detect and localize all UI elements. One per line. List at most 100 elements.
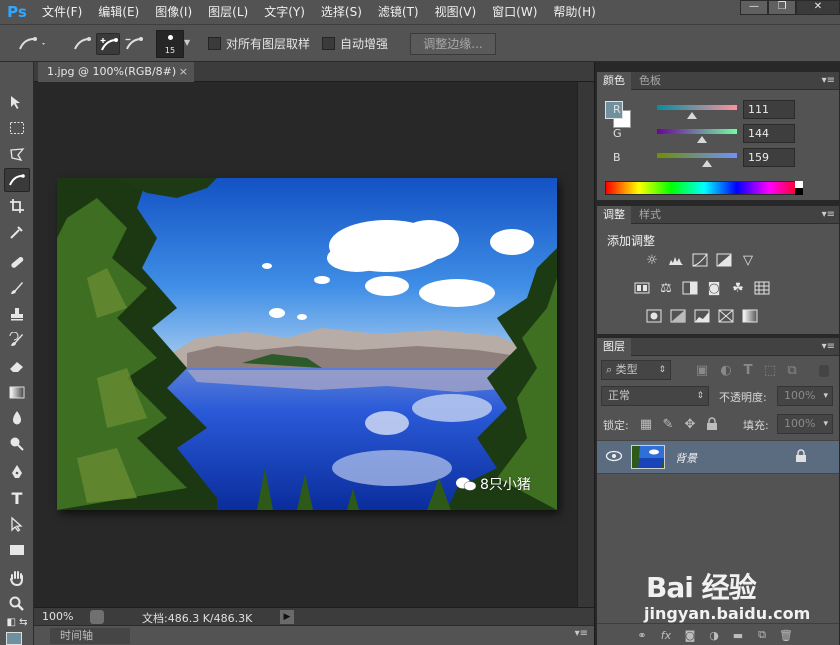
tab-color[interactable]: 颜色 <box>597 72 631 90</box>
type-tool-icon[interactable]: T <box>4 486 30 510</box>
clone-stamp-tool-icon[interactable] <box>4 302 30 326</box>
blur-tool-icon[interactable] <box>4 406 30 430</box>
status-menu-arrow-icon[interactable]: ▶ <box>280 610 294 624</box>
filter-type-icon[interactable]: T <box>739 362 757 378</box>
color-panel-menu-icon[interactable]: ▾≡ <box>822 72 835 90</box>
green-slider-thumb[interactable] <box>697 136 707 143</box>
lock-all-icon[interactable] <box>703 416 721 432</box>
tab-adjustments[interactable]: 调整 <box>597 206 631 224</box>
blue-slider-track[interactable] <box>657 153 737 158</box>
filter-toggle-switch[interactable] <box>819 365 829 377</box>
photo-filter-icon[interactable]: ◙ <box>705 280 723 296</box>
visibility-eye-icon[interactable] <box>605 450 623 464</box>
timeline-menu-icon[interactable]: ▾≡ <box>575 628 588 639</box>
history-brush-tool-icon[interactable] <box>4 328 30 352</box>
filter-smart-object-icon[interactable]: ⧉ <box>783 362 801 378</box>
selective-color-icon[interactable] <box>717 308 735 324</box>
tool-preset-picker[interactable] <box>16 33 45 55</box>
zoom-level[interactable]: 100% <box>42 610 73 623</box>
opacity-input[interactable]: 100% ▾ <box>777 386 833 406</box>
menu-filter[interactable]: 滤镜(T) <box>370 0 427 24</box>
marquee-tool-icon[interactable] <box>4 116 30 140</box>
brightness-contrast-icon[interactable]: ☼ <box>643 252 661 268</box>
crop-tool-icon[interactable] <box>4 194 30 218</box>
blue-slider-thumb[interactable] <box>702 160 712 167</box>
new-group-icon[interactable]: ▬ <box>731 628 745 642</box>
color-balance-icon[interactable]: ⚖ <box>657 280 675 296</box>
lock-position-icon[interactable]: ✥ <box>681 416 699 432</box>
adjustments-panel-menu-icon[interactable]: ▾≡ <box>822 206 835 224</box>
brush-dropdown-icon[interactable]: ▼ <box>184 38 194 50</box>
channel-mixer-icon[interactable]: ☘ <box>729 280 747 296</box>
eyedropper-tool-icon[interactable] <box>4 220 30 244</box>
black-white-icon[interactable] <box>681 280 699 296</box>
zoom-tool-icon[interactable] <box>4 592 30 616</box>
red-slider-thumb[interactable] <box>687 112 697 119</box>
sample-all-layers-checkbox[interactable] <box>208 37 221 50</box>
restore-button[interactable]: ❐ <box>768 0 796 15</box>
levels-icon[interactable] <box>667 252 685 268</box>
menu-type[interactable]: 文字(Y) <box>256 0 313 24</box>
hand-tool-icon[interactable] <box>4 566 30 590</box>
menu-layer[interactable]: 图层(L) <box>200 0 256 24</box>
green-value-input[interactable]: 144 <box>743 124 795 143</box>
new-selection-mode[interactable] <box>70 33 94 55</box>
layer-name[interactable]: 背景 <box>675 450 697 466</box>
close-tab-icon[interactable]: × <box>179 62 188 82</box>
link-layers-icon[interactable]: ⚭ <box>635 628 649 642</box>
menu-window[interactable]: 窗口(W) <box>484 0 545 24</box>
add-to-selection-mode[interactable] <box>96 33 120 55</box>
canvas-vertical-scrollbar[interactable] <box>577 82 594 607</box>
move-tool-icon[interactable] <box>4 90 30 114</box>
invert-icon[interactable] <box>645 308 663 324</box>
menu-view[interactable]: 视图(V) <box>427 0 485 24</box>
add-mask-icon[interactable]: ◙ <box>683 628 697 642</box>
lock-image-icon[interactable]: ✎ <box>659 416 677 432</box>
healing-brush-tool-icon[interactable] <box>4 250 30 274</box>
brush-tool-icon[interactable] <box>4 276 30 300</box>
path-selection-tool-icon[interactable] <box>4 512 30 536</box>
tab-layers[interactable]: 图层 <box>597 338 631 356</box>
menu-file[interactable]: 文件(F) <box>34 0 90 24</box>
dodge-tool-icon[interactable] <box>4 432 30 456</box>
brush-size-picker[interactable]: 15 <box>156 30 184 58</box>
layers-panel-menu-icon[interactable]: ▾≡ <box>822 338 835 356</box>
threshold-icon[interactable] <box>693 308 711 324</box>
menu-image[interactable]: 图像(I) <box>147 0 200 24</box>
filter-adjustment-icon[interactable]: ◐ <box>717 362 735 378</box>
timeline-tab[interactable]: 时间轴 <box>50 628 130 644</box>
menu-help[interactable]: 帮助(H) <box>545 0 603 24</box>
menu-select[interactable]: 选择(S) <box>313 0 370 24</box>
delete-layer-icon[interactable]: 🗑 <box>779 628 793 642</box>
curves-icon[interactable] <box>691 252 709 268</box>
color-lookup-icon[interactable] <box>753 280 771 296</box>
fill-input[interactable]: 100% ▾ <box>777 414 833 434</box>
gradient-map-icon[interactable] <box>741 308 759 324</box>
filter-pixel-icon[interactable]: ▣ <box>693 362 711 378</box>
new-adjustment-layer-icon[interactable]: ◑ <box>707 628 721 642</box>
menu-edit[interactable]: 编辑(E) <box>90 0 147 24</box>
red-value-input[interactable]: 111 <box>743 100 795 119</box>
blue-value-input[interactable]: 159 <box>743 148 795 167</box>
posterize-icon[interactable] <box>669 308 687 324</box>
foreground-color-swatch[interactable] <box>6 632 22 645</box>
layer-style-icon[interactable]: fx <box>659 628 673 642</box>
minimize-button[interactable]: — <box>740 0 768 15</box>
pen-tool-icon[interactable] <box>4 460 30 484</box>
close-button[interactable]: ✕ <box>796 0 840 15</box>
green-slider-track[interactable] <box>657 129 737 134</box>
quick-selection-tool-icon[interactable] <box>4 168 30 192</box>
status-info-icon[interactable] <box>90 610 104 624</box>
default-colors-icon[interactable]: ◧ ⇆ <box>4 614 30 630</box>
document-tab[interactable]: 1.jpg @ 100%(RGB/8#) × <box>38 62 194 82</box>
lock-transparent-icon[interactable]: ▦ <box>637 416 655 432</box>
auto-enhance-checkbox[interactable] <box>322 37 335 50</box>
filter-shape-icon[interactable]: ⬚ <box>761 362 779 378</box>
subtract-from-selection-mode[interactable] <box>122 33 146 55</box>
red-slider-track[interactable] <box>657 105 737 110</box>
color-spectrum-bar[interactable] <box>605 181 803 195</box>
tab-styles[interactable]: 样式 <box>633 206 667 224</box>
layer-row[interactable]: 背景 <box>597 440 839 474</box>
vibrance-icon[interactable]: ▽ <box>739 252 757 268</box>
document-image[interactable] <box>57 178 557 510</box>
